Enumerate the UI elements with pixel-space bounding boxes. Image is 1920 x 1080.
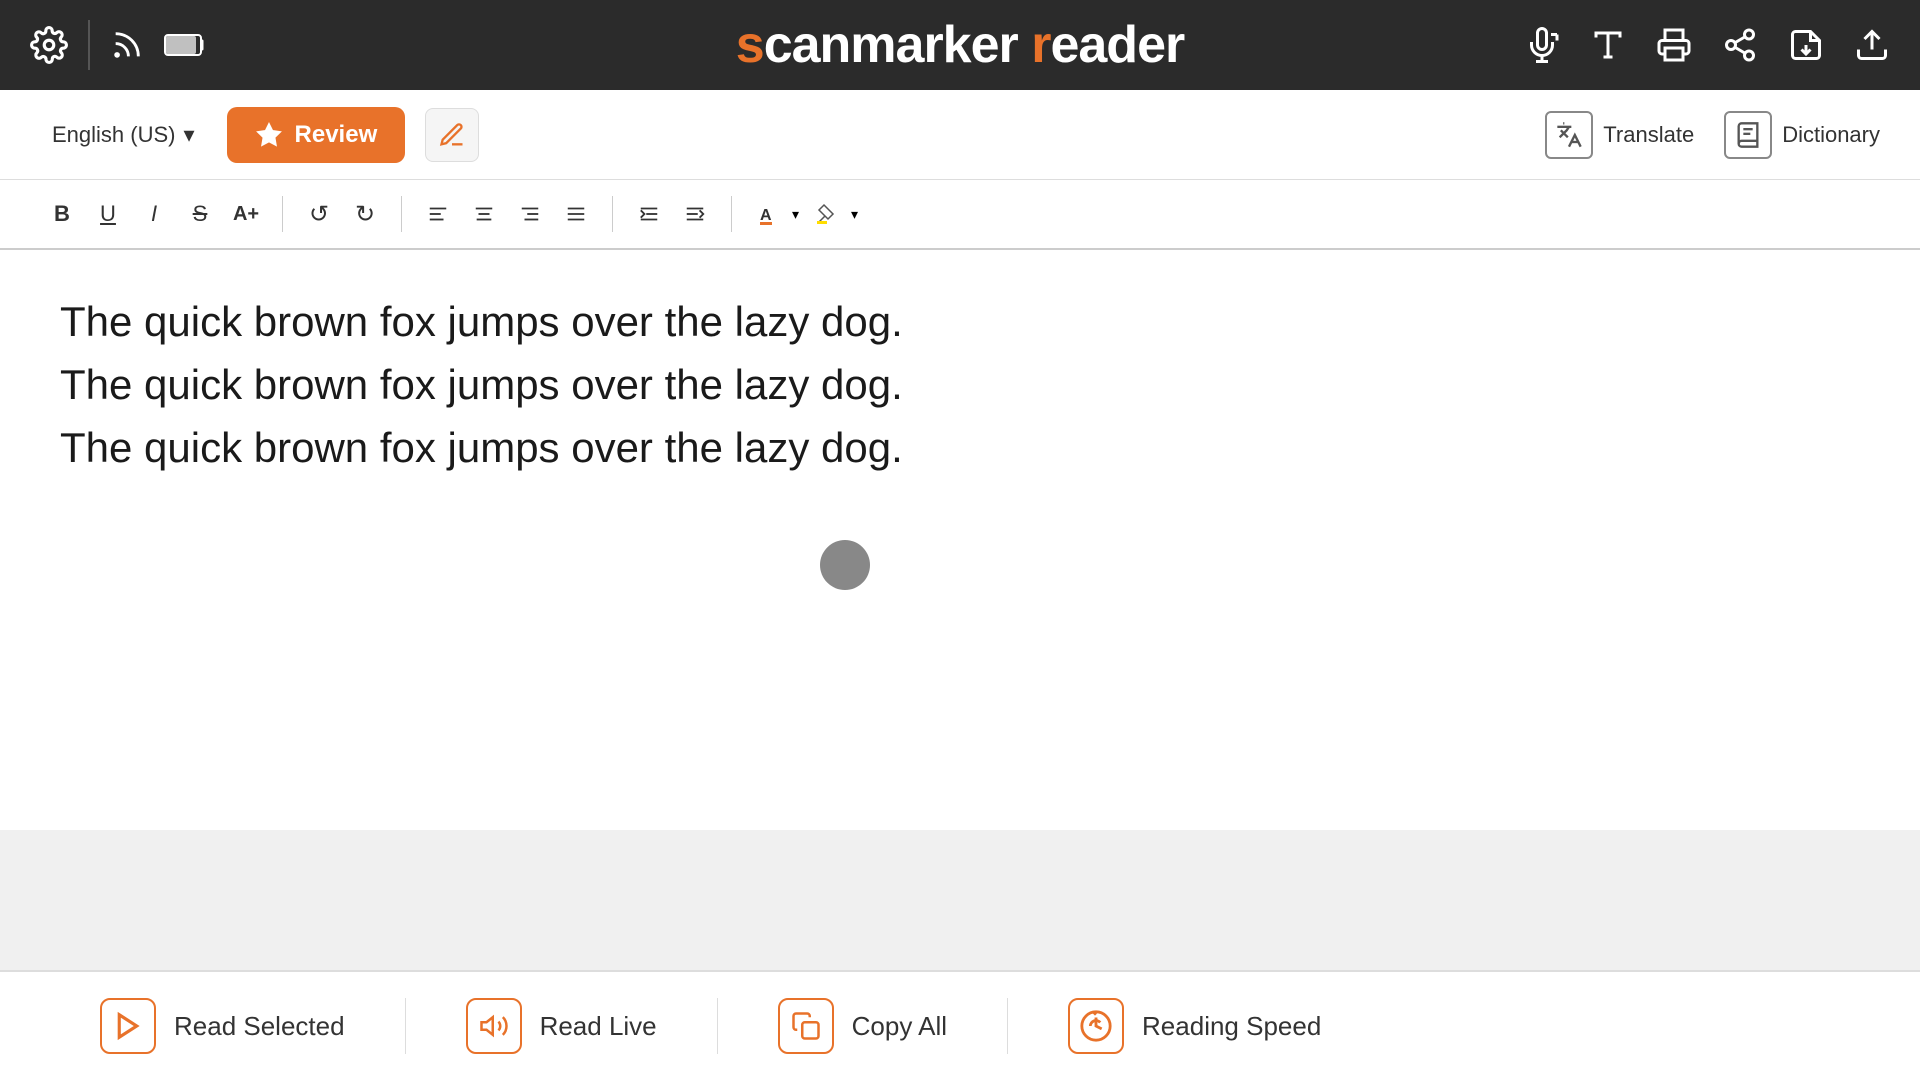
language-label: English (US) <box>52 122 175 148</box>
copy-all-label: Copy All <box>852 1011 947 1042</box>
alignment-group <box>416 192 598 236</box>
svg-text:A: A <box>760 207 772 224</box>
app-title: scanmarker reader <box>736 16 1184 74</box>
review-label: Review <box>295 121 378 149</box>
read-live-icon <box>466 998 522 1054</box>
app-title-container: scanmarker reader <box>736 15 1184 75</box>
underline-button[interactable]: U <box>86 192 130 236</box>
secondary-toolbar: English (US) ▾ Review Translate <box>0 90 1920 180</box>
translate-action[interactable]: Translate <box>1545 111 1694 159</box>
settings-icon[interactable] <box>30 26 68 64</box>
indent-group <box>627 192 717 236</box>
top-navigation-bar: scanmarker reader <box>0 0 1920 90</box>
content-line-1: The quick brown fox jumps over the lazy … <box>60 290 1860 353</box>
undo-button[interactable]: ↺ <box>297 192 341 236</box>
font-icon[interactable] <box>1590 27 1626 63</box>
read-live-action[interactable]: Read Live <box>406 998 718 1054</box>
export-icon[interactable] <box>1854 27 1890 63</box>
copy-all-icon <box>778 998 834 1054</box>
content-line-2: The quick brown fox jumps over the lazy … <box>60 353 1860 416</box>
text-format-group: B U I S A+ <box>40 192 268 236</box>
highlight-color-chevron[interactable]: ▾ <box>851 206 858 223</box>
review-button[interactable]: Review <box>227 107 406 163</box>
italic-button[interactable]: I <box>132 192 176 236</box>
title-r: r <box>1031 16 1050 74</box>
bottom-action-bar: Read Selected Read Live Copy All <box>0 970 1920 1080</box>
align-left-button[interactable] <box>416 192 460 236</box>
read-selected-action[interactable]: Read Selected <box>40 998 406 1054</box>
format-toolbar: B U I S A+ ↺ ↻ A <box>0 180 1920 250</box>
read-live-label: Read Live <box>540 1011 657 1042</box>
copy-all-action[interactable]: Copy All <box>718 998 1008 1054</box>
dictionary-label: Dictionary <box>1782 122 1880 148</box>
import-icon[interactable] <box>1788 27 1824 63</box>
cursor-indicator <box>820 540 870 590</box>
battery-icon[interactable] <box>164 32 208 58</box>
format-divider-1 <box>282 196 283 232</box>
read-selected-icon <box>100 998 156 1054</box>
format-divider-2 <box>401 196 402 232</box>
print-icon[interactable] <box>1656 27 1692 63</box>
read-selected-label: Read Selected <box>174 1011 345 1042</box>
editor-content: The quick brown fox jumps over the lazy … <box>60 290 1860 479</box>
indent-increase-button[interactable] <box>673 192 717 236</box>
content-line-3: The quick brown fox jumps over the lazy … <box>60 416 1860 479</box>
title-s: s <box>736 16 764 74</box>
indent-decrease-button[interactable] <box>627 192 671 236</box>
top-bar-left <box>30 20 208 70</box>
align-center-button[interactable] <box>462 192 506 236</box>
reading-speed-label: Reading Speed <box>1142 1011 1321 1042</box>
chevron-down-icon: ▾ <box>183 122 194 148</box>
language-selector[interactable]: English (US) ▾ <box>40 114 207 156</box>
align-justify-button[interactable] <box>554 192 598 236</box>
reading-speed-action[interactable]: Reading Speed <box>1008 998 1381 1054</box>
text-size-button[interactable]: A+ <box>224 192 268 236</box>
highlight-color-button[interactable] <box>805 192 849 236</box>
highlight-button[interactable] <box>425 108 479 162</box>
translate-icon <box>1545 111 1593 159</box>
undo-redo-group: ↺ ↻ <box>297 192 387 236</box>
font-color-chevron[interactable]: ▾ <box>792 206 799 223</box>
reading-speed-icon <box>1068 998 1124 1054</box>
microphone-icon[interactable] <box>1524 27 1560 63</box>
divider <box>88 20 90 70</box>
format-divider-4 <box>731 196 732 232</box>
share-icon[interactable] <box>1722 27 1758 63</box>
redo-button[interactable]: ↻ <box>343 192 387 236</box>
align-right-button[interactable] <box>508 192 552 236</box>
dictionary-action[interactable]: Dictionary <box>1724 111 1880 159</box>
format-divider-3 <box>612 196 613 232</box>
strikethrough-button[interactable]: S <box>178 192 222 236</box>
rss-icon[interactable] <box>110 28 144 62</box>
top-bar-right <box>1524 27 1890 63</box>
color-group: A ▾ ▾ <box>746 192 858 236</box>
dictionary-icon <box>1724 111 1772 159</box>
toolbar2-right-actions: Translate Dictionary <box>1545 111 1880 159</box>
bold-button[interactable]: B <box>40 192 84 236</box>
font-color-button[interactable]: A <box>746 192 790 236</box>
editor-area[interactable]: The quick brown fox jumps over the lazy … <box>0 250 1920 830</box>
translate-label: Translate <box>1603 122 1694 148</box>
